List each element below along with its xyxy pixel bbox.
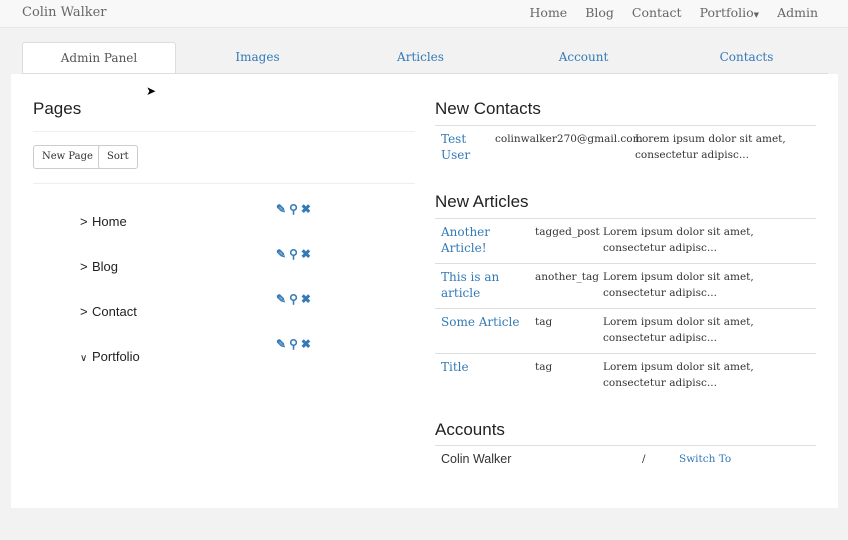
chevron-down-icon[interactable]: ∨ <box>80 353 92 364</box>
brand-link[interactable]: Colin Walker <box>22 5 107 20</box>
contact-name-link[interactable]: Test User <box>441 131 481 163</box>
nav-contact[interactable]: Contact <box>632 5 682 20</box>
tab-images[interactable]: Images <box>176 42 339 74</box>
pencil-icon[interactable]: ✎ <box>276 247 286 261</box>
search-icon[interactable]: ⚲ <box>289 247 298 261</box>
article-title-link[interactable]: Another Article! <box>441 224 521 256</box>
article-title-link[interactable]: Some Article <box>441 314 531 330</box>
new-page-button[interactable]: New Page <box>33 145 102 169</box>
article-body: Lorem ipsum dolor sit amet, consectetur … <box>603 316 754 344</box>
divider <box>33 131 415 132</box>
article-tag: tagged_post <box>535 226 600 238</box>
search-icon[interactable]: ⚲ <box>289 202 298 216</box>
tab-contacts[interactable]: Contacts <box>665 42 828 74</box>
sort-button[interactable]: Sort <box>98 145 138 169</box>
account-separator: / <box>642 453 646 465</box>
close-icon[interactable]: ✖ <box>301 292 311 306</box>
page-item-contact[interactable]: > Contact <box>80 304 137 319</box>
navbar: Colin Walker Home Blog Contact Portfolio… <box>0 0 848 28</box>
article-tag: tag <box>535 316 553 328</box>
nav-portfolio-label: Portfolio <box>699 5 754 20</box>
close-icon[interactable]: ✖ <box>301 202 311 216</box>
table-row: Some Article tag Lorem ipsum dolor sit a… <box>435 308 816 353</box>
tab-account[interactable]: Account <box>502 42 665 74</box>
article-tag: another_tag <box>535 271 600 283</box>
table-row: Test User colinwalker270@gmail.com Lorem… <box>435 125 816 170</box>
pencil-icon[interactable]: ✎ <box>276 202 286 216</box>
accounts-heading: Accounts <box>435 420 505 439</box>
article-tag: tag <box>535 361 553 373</box>
article-title-link[interactable]: This is an article <box>441 269 521 301</box>
article-body: Lorem ipsum dolor sit amet, consectetur … <box>603 361 754 389</box>
account-name: Colin Walker <box>441 452 512 466</box>
table-row: Title tag Lorem ipsum dolor sit amet, co… <box>435 353 816 398</box>
nav-home[interactable]: Home <box>530 5 568 20</box>
caret-down-icon: ▼ <box>753 11 760 19</box>
tab-admin-panel[interactable]: Admin Panel <box>22 42 176 74</box>
page-label: Home <box>92 214 127 229</box>
page-item-home[interactable]: > Home <box>80 214 127 229</box>
tab-articles[interactable]: Articles <box>339 42 502 74</box>
page-item-portfolio[interactable]: ∨ Portfolio <box>80 349 140 364</box>
switch-to-link[interactable]: Switch To <box>679 451 731 467</box>
admin-tabs: Admin Panel Images Articles Account Cont… <box>22 42 828 74</box>
article-title-link[interactable]: Title <box>441 359 521 375</box>
nav-admin[interactable]: Admin <box>777 5 818 20</box>
nav-blog[interactable]: Blog <box>585 5 614 20</box>
nav-portfolio-dropdown[interactable]: Portfolio▼ <box>700 5 760 20</box>
pages-heading: Pages <box>33 99 82 118</box>
divider <box>33 183 415 184</box>
search-icon[interactable]: ⚲ <box>289 292 298 306</box>
table-row: Another Article! tagged_post Lorem ipsum… <box>435 218 816 263</box>
contact-email: colinwalker270@gmail.com <box>495 133 643 145</box>
table-row: Colin Walker / Switch To <box>435 445 816 475</box>
chevron-right-icon[interactable]: > <box>80 304 92 319</box>
new-contacts-heading: New Contacts <box>435 99 541 118</box>
chevron-right-icon[interactable]: > <box>80 214 92 229</box>
pencil-icon[interactable]: ✎ <box>276 337 286 351</box>
search-icon[interactable]: ⚲ <box>289 337 298 351</box>
table-row: This is an article another_tag Lorem ips… <box>435 263 816 308</box>
page-item-blog[interactable]: > Blog <box>80 259 118 274</box>
pencil-icon[interactable]: ✎ <box>276 292 286 306</box>
close-icon[interactable]: ✖ <box>301 337 311 351</box>
article-body: Lorem ipsum dolor sit amet, consectetur … <box>603 271 754 299</box>
mouse-cursor-icon: ➤ <box>146 84 157 98</box>
page-label: Blog <box>92 259 119 274</box>
close-icon[interactable]: ✖ <box>301 247 311 261</box>
page-label: Portfolio <box>92 349 140 364</box>
new-articles-heading: New Articles <box>435 192 529 211</box>
chevron-right-icon[interactable]: > <box>80 259 92 274</box>
page-label: Contact <box>92 304 137 319</box>
article-body: Lorem ipsum dolor sit amet, consectetur … <box>603 226 754 254</box>
contact-message: Lorem ipsum dolor sit amet, consectetur … <box>635 133 786 161</box>
